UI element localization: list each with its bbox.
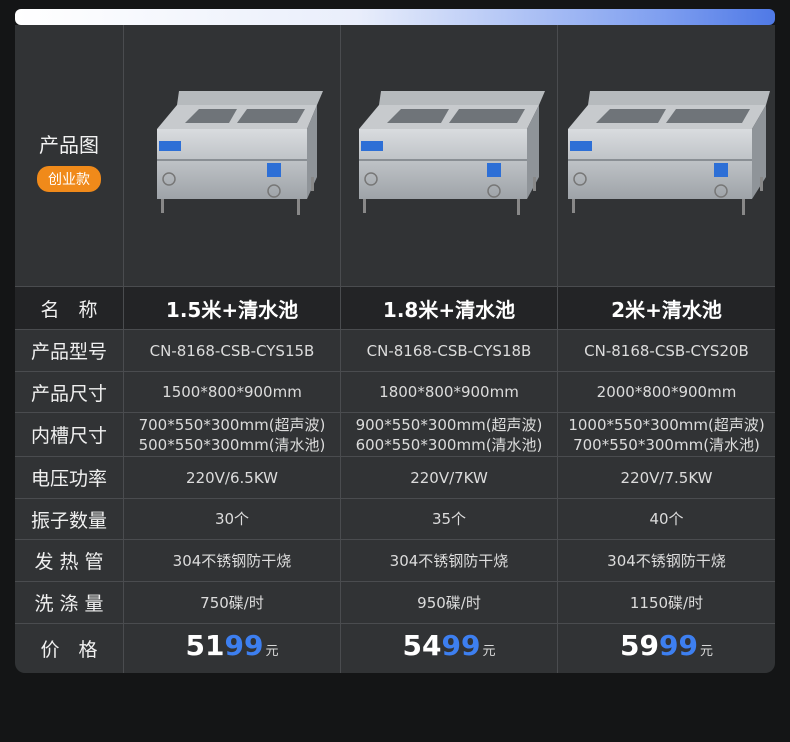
product-size: 2000*800*900mm: [596, 383, 737, 401]
product-capacity: 950碟/时: [417, 593, 481, 612]
row-label-size: 产品尺寸: [30, 382, 107, 405]
sink-machine-icon: [157, 90, 323, 215]
product-size: 1800*800*900mm: [379, 383, 519, 401]
price-digits-major: 54: [402, 628, 442, 662]
row-label-tank: 内槽尺寸: [30, 425, 107, 447]
sink-machine-icon: [359, 90, 545, 215]
product-heater: 304不锈钢防干烧: [607, 551, 726, 570]
tank-ultrasonic: 700*550*300mm(超声波): [138, 415, 326, 434]
tank-rinse: 700*550*300mm(清水池): [573, 435, 760, 454]
product-name: 1.5米+清水池: [165, 297, 299, 322]
product-image-1: [124, 25, 340, 286]
product-capacity: 1150碟/时: [629, 593, 704, 612]
product-vibrators: 35个: [431, 510, 467, 528]
product-power: 220V/6.5KW: [186, 468, 278, 487]
edition-badge: 创业款: [37, 166, 101, 192]
header-title: 产品图: [39, 133, 99, 157]
product-price: 51 99 元: [124, 624, 340, 673]
product-power: 220V/7KW: [410, 468, 488, 487]
product-heater: 304不锈钢防干烧: [389, 551, 509, 570]
product-model: CN-8168-CSB-CYS15B: [149, 341, 315, 360]
tank-ultrasonic: 1000*550*300mm(超声波): [568, 415, 765, 434]
price-unit: 元: [482, 643, 496, 659]
product-price: 59 99 元: [558, 624, 775, 673]
comparison-table: 产品图 创业款 名 称 产品型号 产品尺寸 内槽尺寸 电压功率 振子数量 发 热…: [15, 25, 775, 673]
product-image-3: [558, 25, 775, 286]
product-heater: 304不锈钢防干烧: [172, 551, 292, 570]
row-label-heater: 发 热 管: [34, 551, 104, 573]
price-digits-minor: 99: [224, 628, 264, 662]
product-power: 220V/7.5KW: [620, 468, 713, 487]
product-tank: 1000*550*300mm(超声波) 700*550*300mm(清水池): [558, 413, 775, 456]
tank-rinse: 500*550*300mm(清水池): [138, 435, 326, 454]
product-vibrators: 30个: [214, 510, 250, 528]
product-capacity: 750碟/时: [200, 593, 264, 612]
product-model: CN-8168-CSB-CYS18B: [366, 341, 532, 360]
product-name: 1.8米+清水池: [382, 297, 516, 322]
price-unit: 元: [699, 643, 713, 659]
product-image-label: 产品图 创业款: [15, 25, 123, 286]
tank-rinse: 600*550*300mm(清水池): [355, 435, 543, 454]
product-price: 54 99 元: [341, 624, 557, 673]
row-label-capacity: 洗 涤 量: [34, 593, 104, 615]
row-label-vibrators: 振子数量: [30, 509, 107, 532]
tank-ultrasonic: 900*550*300mm(超声波): [355, 415, 543, 434]
top-gradient-bar: [15, 9, 775, 25]
price-digits-major: 51: [185, 628, 225, 662]
product-model: CN-8168-CSB-CYS20B: [584, 341, 749, 360]
price-digits-major: 59: [620, 628, 659, 662]
product-vibrators: 40个: [649, 510, 684, 528]
product-image-2: [341, 25, 557, 286]
row-label-price: 价 格: [40, 639, 98, 661]
row-label-model: 产品型号: [30, 341, 107, 363]
sink-machine-icon: [567, 90, 770, 215]
product-size: 1500*800*900mm: [162, 383, 302, 401]
price-unit: 元: [265, 643, 279, 659]
price-digits-minor: 99: [441, 628, 481, 662]
product-tank: 700*550*300mm(超声波) 500*550*300mm(清水池): [124, 413, 340, 456]
product-name: 2米+清水池: [611, 297, 722, 322]
product-tank: 900*550*300mm(超声波) 600*550*300mm(清水池): [341, 413, 557, 456]
row-label-name: 名 称: [40, 298, 98, 321]
price-digits-minor: 99: [658, 628, 698, 662]
row-label-power: 电压功率: [30, 468, 107, 490]
